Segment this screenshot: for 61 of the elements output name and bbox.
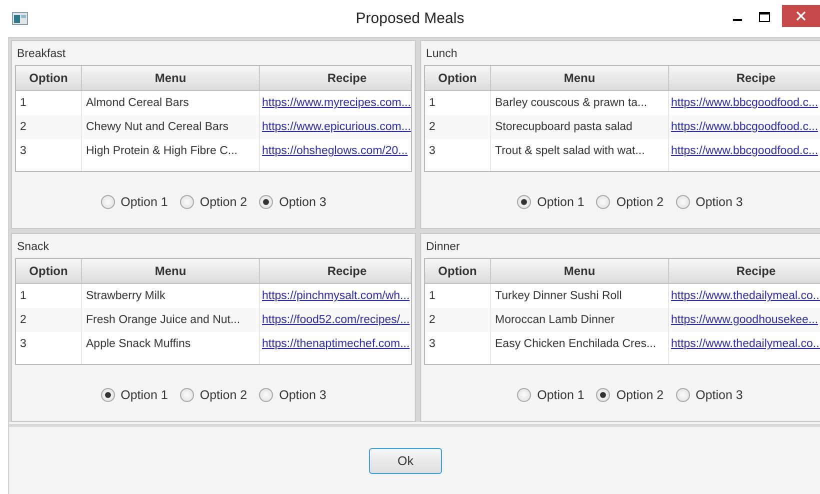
app-icon	[12, 12, 28, 25]
recipe-link[interactable]: https://www.goodhousekee...	[671, 314, 818, 326]
recipe-link[interactable]: https://www.myrecipes.com...	[262, 97, 411, 109]
table-cell: 2	[425, 308, 491, 332]
column-header[interactable]: Menu	[491, 66, 669, 90]
recipe-link[interactable]: https://ohsheglows.com/20...	[262, 145, 408, 157]
option-radio[interactable]: Option 1	[100, 388, 168, 402]
column-header[interactable]: Recipe	[669, 66, 820, 90]
table-cell: Apple Snack Muffins	[82, 332, 260, 356]
column-header[interactable]: Option	[16, 66, 82, 90]
ok-button[interactable]: Ok	[369, 448, 442, 474]
table-cell: Fresh Orange Juice and Nut...	[82, 308, 260, 332]
recipe-link[interactable]: https://www.bbcgoodfood.c...	[671, 145, 818, 157]
option-radio[interactable]: Option 2	[180, 195, 248, 209]
column-header[interactable]: Recipe	[669, 259, 820, 283]
recipe-link[interactable]: https://www.bbcgoodfood.c...	[671, 97, 818, 109]
close-button[interactable]	[782, 5, 820, 27]
table-cell: 2	[16, 308, 82, 332]
table-cell: Trout & spelt salad with wat...	[491, 139, 669, 163]
table-cell: Storecupboard pasta salad	[491, 115, 669, 139]
option-radio[interactable]: Option 2	[596, 388, 664, 402]
option-radio[interactable]: Option 2	[180, 388, 248, 402]
table-cell: High Protein & High Fibre C...	[82, 139, 260, 163]
recipe-link[interactable]: https://www.thedailymeal.co...	[671, 338, 820, 350]
close-icon	[796, 11, 806, 21]
recipe-link[interactable]: https://pinchmysalt.com/wh...	[262, 290, 410, 302]
column-header[interactable]: Menu	[82, 259, 260, 283]
panel-title: Lunch	[426, 48, 458, 60]
recipe-link[interactable]: https://www.thedailymeal.co...	[671, 290, 820, 302]
column-header[interactable]: Option	[425, 259, 491, 283]
panel-title: Dinner	[426, 241, 460, 253]
option-radio[interactable]: Option 1	[517, 195, 584, 209]
option-radio[interactable]: Option 1	[100, 195, 168, 209]
option-radio[interactable]: Option 3	[676, 195, 743, 209]
column-header[interactable]: Option	[16, 259, 82, 283]
recipe-link[interactable]: https://food52.com/recipes/...	[262, 314, 410, 326]
option-radio[interactable]: Option 1	[517, 388, 584, 402]
recipe-link[interactable]: https://www.epicurious.com...	[262, 121, 411, 133]
window-title: Proposed Meals	[354, 10, 466, 27]
panel-title: Breakfast	[17, 48, 66, 60]
table-cell: 3	[16, 139, 82, 163]
panel-title: Snack	[17, 241, 49, 253]
recipe-link[interactable]: https://thenaptimechef.com...	[262, 338, 410, 350]
table-cell: 2	[425, 115, 491, 139]
table-cell: Moroccan Lamb Dinner	[491, 308, 669, 332]
column-header[interactable]: Menu	[82, 66, 260, 90]
column-header[interactable]: Option	[425, 66, 491, 90]
table-cell: Easy Chicken Enchilada Cres...	[491, 332, 669, 356]
table-cell: Chewy Nut and Cereal Bars	[82, 115, 260, 139]
maximize-icon	[759, 12, 770, 22]
table-cell: 2	[16, 115, 82, 139]
minimize-icon	[733, 18, 742, 20]
table-cell: 3	[425, 139, 491, 163]
option-radio[interactable]: Option 3	[676, 388, 743, 402]
table-cell: 3	[425, 332, 491, 356]
column-header[interactable]: Menu	[491, 259, 669, 283]
option-radio[interactable]: Option 3	[259, 195, 326, 209]
recipe-link[interactable]: https://www.bbcgoodfood.c...	[671, 121, 818, 133]
option-radio[interactable]: Option 3	[259, 388, 326, 402]
table-cell: 3	[16, 332, 82, 356]
option-radio[interactable]: Option 2	[596, 195, 664, 209]
